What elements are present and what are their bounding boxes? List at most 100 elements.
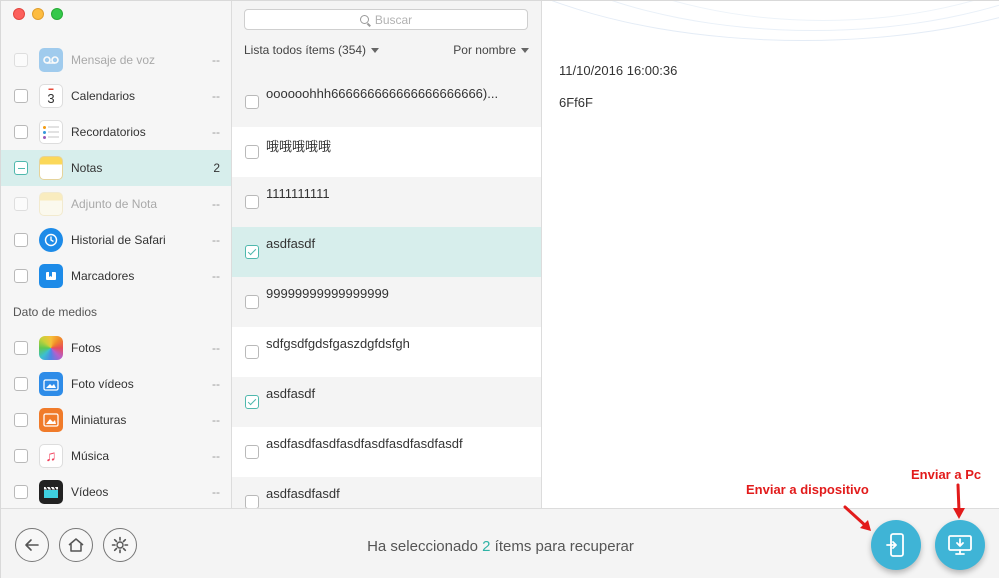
sidebar-item-foto-videos[interactable]: Foto vídeos -- [1, 366, 231, 402]
sidebar-item-label: Marcadores [71, 269, 135, 283]
zoom-window-button[interactable] [51, 8, 63, 20]
list-item-title: oooooohhh666666666666666666666)... [266, 86, 499, 101]
note-list: oooooohhh666666666666666666666)... 哦哦哦哦哦 1… [232, 77, 541, 508]
sidebar-item-label: Adjunto de Nota [71, 197, 158, 211]
voicemail-icon [39, 48, 63, 72]
row-checkbox[interactable] [245, 295, 259, 309]
sidebar-item-label: Música [71, 449, 110, 463]
status-prefix: Ha seleccionado [367, 538, 478, 555]
list-item[interactable]: sdfgsdfgdsfgaszdgfdsfgh [232, 327, 541, 377]
sidebar-item-label: Vídeos [71, 485, 109, 499]
app-window: Mensaje de voz -- ▬ 3 Calendarios -- Rec… [0, 0, 999, 578]
computer-download-icon [948, 535, 972, 555]
calendar-icon: ▬ 3 [39, 84, 63, 108]
list-item-title: asdfasdf [266, 386, 316, 401]
sidebar-checkbox[interactable] [14, 485, 28, 499]
row-checkbox[interactable] [245, 145, 259, 159]
list-item-title: 哦哦哦哦哦 [266, 139, 332, 154]
sidebar-checkbox[interactable] [14, 413, 28, 427]
minimize-window-button[interactable] [32, 8, 44, 20]
checkmark-icon [247, 246, 257, 256]
row-checkbox[interactable] [245, 95, 259, 109]
chevron-down-icon [521, 48, 529, 54]
sidebar-checkbox[interactable] [14, 233, 28, 247]
sidebar-item-count: -- [212, 269, 220, 283]
sidebar-item-label: Calendarios [71, 89, 136, 103]
sidebar-checkbox[interactable] [14, 449, 28, 463]
row-checkbox[interactable] [245, 495, 259, 508]
photos-icon [39, 336, 63, 360]
sidebar-item-calendarios[interactable]: ▬ 3 Calendarios -- [1, 78, 231, 114]
close-window-button[interactable] [13, 8, 25, 20]
send-to-device-callout: Enviar a dispositivo [746, 482, 869, 497]
clapperboard-icon [39, 480, 63, 504]
music-note-icon: ♫ [39, 444, 63, 468]
row-checkbox-checked[interactable] [245, 395, 259, 409]
sidebar-checkbox[interactable] [14, 341, 28, 355]
status-suffix: ítems para recuperar [494, 538, 634, 555]
sidebar-item-count: -- [212, 377, 220, 391]
send-to-device-button[interactable] [871, 520, 921, 570]
sidebar-item-count: -- [212, 233, 220, 247]
sidebar-checkbox[interactable] [14, 89, 28, 103]
sidebar-item-label: Recordatorios [71, 125, 146, 139]
send-to-pc-button[interactable] [935, 520, 985, 570]
sidebar-checkbox[interactable] [14, 53, 28, 67]
sidebar-item-musica[interactable]: ♫ Música -- [1, 438, 231, 474]
sidebar-item-mensaje-de-voz[interactable]: Mensaje de voz -- [1, 42, 231, 78]
sidebar-item-fotos[interactable]: Fotos -- [1, 330, 231, 366]
list-item[interactable]: oooooohhh666666666666666666666)... [232, 77, 541, 127]
list-toolbar: Lista todos ítems (354) Por nombre [232, 37, 541, 63]
selection-status: Ha seleccionado 2 ítems para recuperar [1, 538, 999, 555]
sidebar-item-miniaturas[interactable]: Miniaturas -- [1, 402, 231, 438]
sidebar-checkbox[interactable] [14, 269, 28, 283]
detail-panel: 11/10/2016 16:00:36 6Ff6F [543, 1, 999, 508]
items-list-panel: Buscar Lista todos ítems (354) Por nombr… [232, 1, 542, 508]
sidebar-item-label: Historial de Safari [71, 233, 166, 247]
list-item[interactable]: asdfasdf [232, 227, 541, 277]
sidebar-item-count: -- [212, 197, 220, 211]
send-to-pc-callout: Enviar a Pc [911, 467, 982, 482]
row-checkbox-checked[interactable] [245, 245, 259, 259]
row-checkbox[interactable] [245, 345, 259, 359]
list-item-title: asdfasdfasdf [266, 486, 340, 501]
row-checkbox[interactable] [245, 445, 259, 459]
sidebar-checkbox[interactable] [14, 197, 28, 211]
sidebar-item-notas[interactable]: Notas 2 [1, 150, 231, 186]
sidebar-item-adjunto-de-nota[interactable]: Adjunto de Nota -- [1, 186, 231, 222]
sidebar-item-videos[interactable]: Vídeos -- [1, 474, 231, 508]
list-item-title: asdfasdf [266, 236, 316, 251]
sidebar-item-count: -- [212, 125, 220, 139]
safari-history-icon [39, 228, 63, 252]
sidebar-item-recordatorios[interactable]: Recordatorios -- [1, 114, 231, 150]
search-placeholder: Buscar [374, 12, 413, 27]
window-controls [13, 8, 63, 20]
row-checkbox[interactable] [245, 195, 259, 209]
list-item[interactable]: asdfasdfasdfasdfasdfasdfasdfasdf [232, 427, 541, 477]
list-item[interactable]: asdfasdf [232, 377, 541, 427]
media-section-header: Dato de medios [13, 305, 98, 319]
list-filter-dropdown[interactable]: Lista todos ítems (354) [244, 43, 380, 57]
sidebar-checkbox[interactable] [14, 125, 28, 139]
sidebar-item-count: -- [212, 449, 220, 463]
note-content: 6Ff6F [559, 95, 593, 110]
sidebar-checkbox[interactable] [14, 377, 28, 391]
phone-transfer-icon [886, 533, 904, 557]
sidebar-item-label: Mensaje de voz [71, 53, 156, 67]
list-item[interactable]: asdfasdfasdf [232, 477, 541, 508]
sidebar-item-label: Notas [71, 161, 103, 175]
sidebar-item-count: 2 [213, 161, 220, 175]
sort-dropdown[interactable]: Por nombre [453, 43, 529, 57]
list-item[interactable]: 99999999999999999 [232, 277, 541, 327]
sidebar-item-historial-de-safari[interactable]: Historial de Safari -- [1, 222, 231, 258]
sidebar-item-label: Fotos [71, 341, 102, 355]
list-item-title: sdfgsdfgdsfgaszdgfdsfgh [266, 336, 410, 351]
list-filter-label: Lista todos ítems (354) [244, 43, 367, 57]
sidebar-item-marcadores[interactable]: Marcadores -- [1, 258, 231, 294]
search-input[interactable]: Buscar [244, 9, 528, 30]
sidebar-checkbox-partial[interactable] [14, 161, 28, 175]
list-item[interactable]: 哦哦哦哦哦 [232, 127, 541, 177]
list-item[interactable]: 1111111111 [232, 177, 541, 227]
list-item-title: 1111111111 [266, 186, 330, 201]
sidebar-item-count: -- [212, 89, 220, 103]
